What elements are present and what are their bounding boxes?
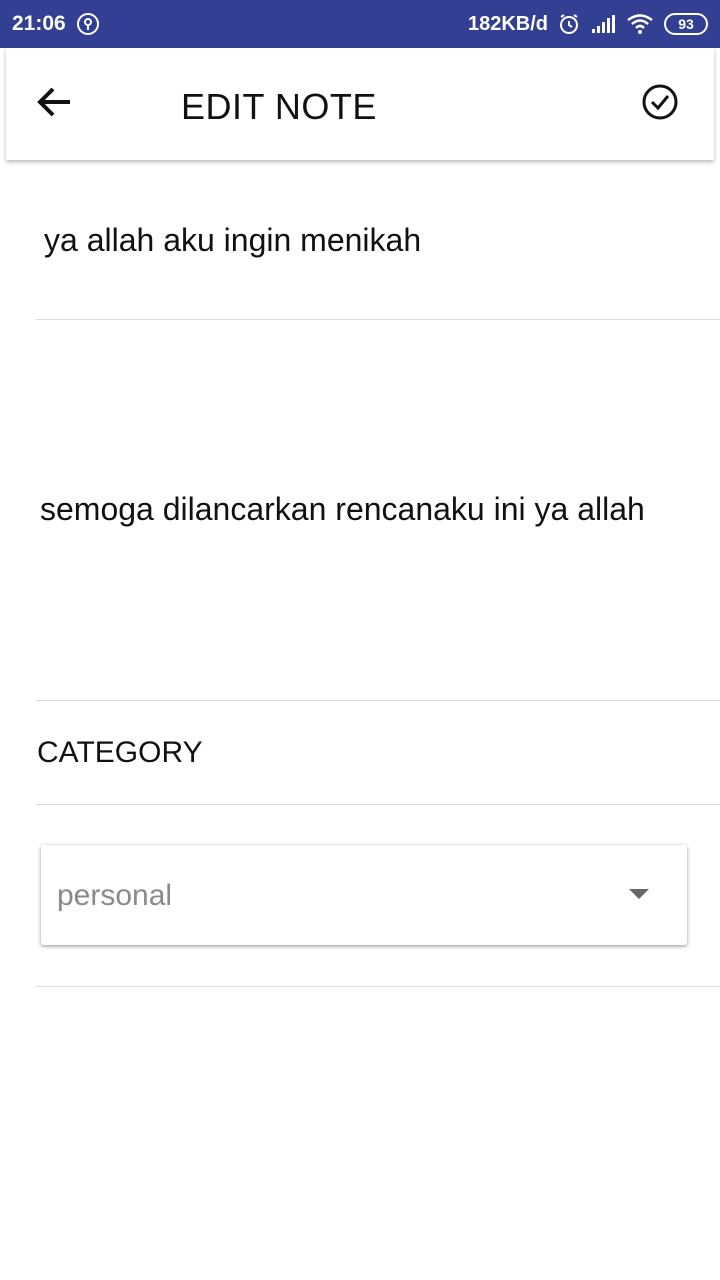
status-time: 21:06 xyxy=(12,12,66,35)
category-dropdown[interactable]: personal xyxy=(41,845,687,945)
signal-icon xyxy=(590,14,616,34)
save-button[interactable] xyxy=(640,84,680,124)
note-body-field[interactable]: semoga dilancarkan rencanaku ini ya alla… xyxy=(36,321,720,701)
status-right: 182KB/d 93 xyxy=(468,13,708,36)
category-section: CATEGORY xyxy=(36,702,720,805)
note-body-text: semoga dilancarkan rencanaku ini ya alla… xyxy=(40,491,645,527)
check-circle-icon xyxy=(641,83,679,126)
back-button[interactable] xyxy=(34,84,74,124)
chevron-down-icon xyxy=(629,889,649,899)
status-bar: 21:06 182KB/d 93 xyxy=(0,0,720,48)
page-title: EDIT NOTE xyxy=(181,86,377,127)
back-arrow-icon xyxy=(36,86,72,123)
battery-icon: 93 xyxy=(664,13,708,35)
battery-level: 93 xyxy=(678,16,694,32)
note-title-field[interactable]: ya allah aku ingin menikah xyxy=(36,200,720,320)
alarm-icon xyxy=(558,13,580,35)
wifi-icon xyxy=(626,13,654,35)
category-dropdown-container: personal xyxy=(36,806,720,987)
note-title-text: ya allah aku ingin menikah xyxy=(44,222,422,258)
category-label: CATEGORY xyxy=(37,736,203,769)
category-selected-value: personal xyxy=(57,879,173,912)
network-speed: 182KB/d xyxy=(467,12,548,35)
status-left: 21:06 xyxy=(12,12,100,36)
app-bar: EDIT NOTE xyxy=(6,48,714,160)
location-icon xyxy=(76,12,100,36)
